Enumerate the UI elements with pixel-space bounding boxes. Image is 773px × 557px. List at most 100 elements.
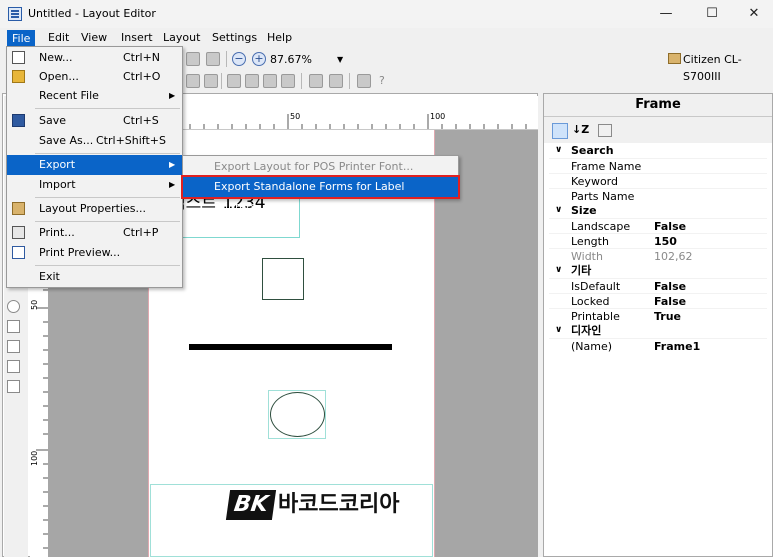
property-row[interactable]: Landscape False: [549, 218, 767, 234]
property-category[interactable]: ∨ Search: [549, 143, 767, 158]
hint-icon[interactable]: ?: [379, 74, 385, 87]
maximize-button[interactable]: ☐: [689, 0, 735, 28]
menu-exit[interactable]: Exit: [7, 267, 182, 287]
menu-layout-properties[interactable]: Layout Properties...: [7, 199, 182, 219]
menu-layout[interactable]: Layout: [159, 30, 204, 46]
minimize-button[interactable]: —: [643, 0, 689, 28]
menu-export-standalone-forms[interactable]: Export Standalone Forms for Label Printe…: [181, 175, 460, 213]
property-value[interactable]: 102,62: [654, 249, 693, 264]
printer-name[interactable]: Citizen CL-S700III: [683, 51, 773, 83]
property-value[interactable]: False: [654, 279, 686, 294]
alphabetical-icon[interactable]: ↓Z: [572, 123, 589, 136]
property-category[interactable]: ∨ 기타: [549, 263, 767, 278]
menu-label: Recent File: [39, 89, 99, 102]
tool-curve-icon[interactable]: [7, 380, 20, 393]
submenu-arrow-icon: ▶: [169, 160, 176, 169]
property-category[interactable]: ∨ 디자인: [549, 323, 767, 338]
menu-insert[interactable]: Insert: [117, 30, 157, 46]
property-name: Parts Name: [571, 190, 635, 203]
align-middle-icon[interactable]: [245, 74, 259, 88]
lock-icon[interactable]: [357, 74, 371, 88]
group-icon[interactable]: [329, 74, 343, 88]
property-row[interactable]: Parts Name: [549, 188, 767, 204]
menu-label: Save: [39, 114, 67, 127]
property-value[interactable]: False: [654, 294, 686, 309]
property-row[interactable]: (Name) Frame1: [549, 338, 767, 354]
menu-print-preview[interactable]: Print Preview...: [7, 243, 182, 263]
toolbar-separator: [301, 73, 302, 89]
menu-label: Export Standalone Forms for Label Printe…: [214, 180, 405, 213]
align-bottom-icon[interactable]: [263, 74, 277, 88]
menu-save[interactable]: Save Ctrl+S: [7, 111, 182, 131]
property-value[interactable]: True: [654, 309, 681, 324]
property-pages-icon[interactable]: [598, 124, 612, 137]
menu-open[interactable]: Open... Ctrl+O: [7, 67, 182, 87]
copy-icon[interactable]: [186, 52, 200, 66]
property-value[interactable]: False: [654, 219, 686, 234]
property-row[interactable]: Width 102,62: [549, 248, 767, 264]
close-button[interactable]: ✕: [731, 0, 773, 28]
collapse-chevron-icon[interactable]: ∨: [555, 203, 562, 218]
submenu-arrow-icon: ▶: [169, 180, 176, 189]
print-icon: [12, 226, 25, 239]
menu-import[interactable]: Import ▶: [7, 175, 182, 195]
collapse-chevron-icon[interactable]: ∨: [555, 263, 562, 278]
property-value[interactable]: Frame1: [654, 339, 700, 354]
align-center-icon[interactable]: [204, 74, 218, 88]
properties-title: Frame: [544, 94, 772, 117]
tool-line-icon[interactable]: [7, 340, 20, 353]
properties-icon: [12, 202, 25, 215]
app-icon: [8, 7, 22, 21]
zoom-dropdown-arrow-icon[interactable]: ▼: [337, 51, 343, 68]
toolbar-separator: [226, 51, 227, 67]
menu-save-as[interactable]: Save As... Ctrl+Shift+S: [7, 131, 182, 151]
tool-ellipse-icon[interactable]: [7, 300, 20, 313]
menu-label: Print...: [39, 226, 75, 239]
paste-icon[interactable]: [206, 52, 220, 66]
logo-text: 바코드코리아: [278, 492, 400, 517]
collapse-chevron-icon[interactable]: ∨: [555, 323, 562, 338]
rectangle-object[interactable]: [262, 258, 304, 300]
distribute-icon[interactable]: [281, 74, 295, 88]
collapse-chevron-icon[interactable]: ∨: [555, 143, 562, 158]
property-row[interactable]: IsDefault False: [549, 278, 767, 294]
property-name: Keyword: [571, 175, 618, 188]
ruler-label: 100: [30, 450, 39, 466]
property-category-label: 디자인: [571, 324, 602, 337]
menu-help[interactable]: Help: [263, 30, 296, 46]
property-row[interactable]: Keyword: [549, 173, 767, 189]
menu-view[interactable]: View: [77, 30, 111, 46]
property-row[interactable]: Locked False: [549, 293, 767, 309]
property-name: IsDefault: [571, 280, 621, 293]
property-row[interactable]: Frame Name: [549, 158, 767, 174]
menu-new[interactable]: New... Ctrl+N: [7, 48, 182, 68]
menu-edit[interactable]: Edit: [44, 30, 73, 46]
tool-polyline-icon[interactable]: [7, 360, 20, 373]
property-category[interactable]: ∨ Size: [549, 203, 767, 218]
save-icon: [12, 114, 25, 127]
zoom-out-icon[interactable]: −: [232, 52, 246, 66]
menu-separator: [35, 153, 180, 154]
menu-shortcut: Ctrl+O: [123, 70, 161, 83]
menu-export[interactable]: Export ▶: [7, 155, 182, 175]
menu-recent-file[interactable]: Recent File ▶: [7, 86, 182, 106]
menu-label: Exit: [39, 270, 60, 283]
align-icon[interactable]: [186, 74, 200, 88]
line-object[interactable]: [189, 344, 392, 350]
property-row[interactable]: Length 150: [549, 233, 767, 249]
menu-settings[interactable]: Settings: [208, 30, 261, 46]
menu-export-pos-font[interactable]: Export Layout for POS Printer Font...: [183, 157, 458, 177]
ellipse-object[interactable]: [270, 392, 325, 437]
menu-print[interactable]: Print... Ctrl+P: [7, 223, 182, 243]
zoom-in-icon[interactable]: +: [252, 52, 266, 66]
tool-arc-icon[interactable]: [7, 320, 20, 333]
property-value[interactable]: 150: [654, 234, 677, 249]
align-top-icon[interactable]: [227, 74, 241, 88]
property-row[interactable]: Printable True: [549, 308, 767, 324]
categorized-icon[interactable]: [552, 123, 568, 139]
toolbar-separator: [349, 73, 350, 89]
property-name: Landscape: [571, 220, 631, 233]
same-size-icon[interactable]: [309, 74, 323, 88]
menu-separator: [35, 108, 180, 109]
submenu-arrow-icon: ▶: [169, 91, 176, 100]
